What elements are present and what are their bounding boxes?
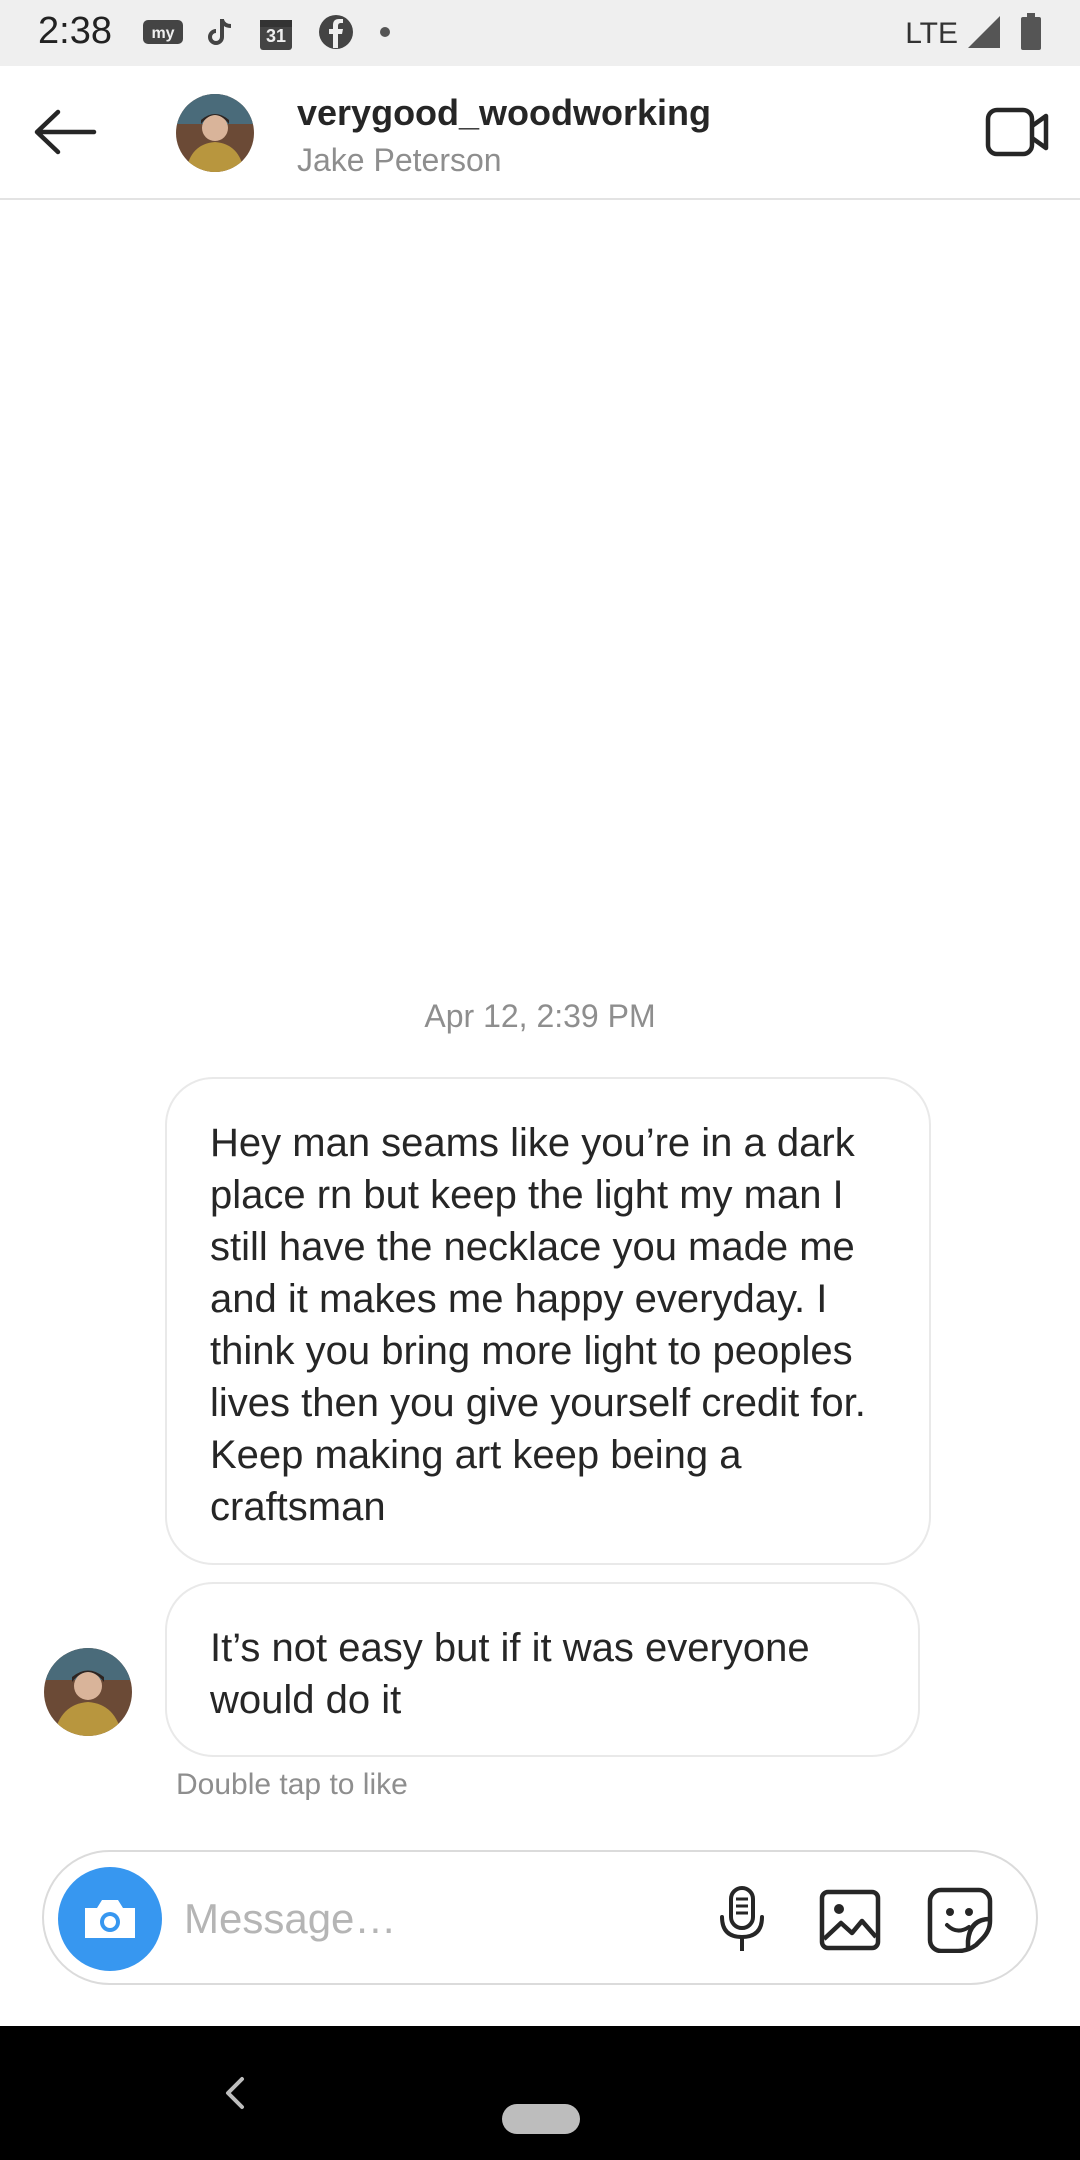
sticker-button[interactable] xyxy=(922,1882,998,1958)
message-input[interactable] xyxy=(184,1882,704,1956)
dot-icon xyxy=(378,25,392,44)
double-tap-hint: Double tap to like xyxy=(176,1768,408,1801)
message-text: Hey man seams like you’re in a dark plac… xyxy=(210,1121,866,1529)
message-timestamp: Apr 12, 2:39 PM xyxy=(424,998,656,1034)
avatar[interactable] xyxy=(176,94,254,172)
my-app-icon: my xyxy=(142,17,184,52)
network-type: LTE xyxy=(905,17,958,50)
full-name: Jake Peterson xyxy=(297,142,502,178)
voice-message-button[interactable] xyxy=(704,1882,780,1958)
video-call-icon xyxy=(985,107,1049,157)
facebook-icon xyxy=(318,14,354,55)
calendar-icon: 31 xyxy=(258,16,294,52)
message-bubble[interactable]: Hey man seams like you’re in a dark plac… xyxy=(165,1077,931,1565)
system-icons: LTE xyxy=(905,12,1042,56)
tiktok-icon xyxy=(208,17,234,52)
sender-avatar[interactable] xyxy=(44,1648,132,1736)
status-bar: 2:38 my 31 LTE xyxy=(0,0,1080,66)
svg-text:my: my xyxy=(151,25,174,42)
calendar-day: 31 xyxy=(265,26,287,46)
username[interactable]: verygood_woodworking xyxy=(297,92,711,134)
notification-icons: my 31 xyxy=(142,12,392,56)
video-call-button[interactable] xyxy=(982,102,1054,162)
message-text: It’s not easy but if it was everyone wou… xyxy=(210,1626,810,1722)
gallery-button[interactable] xyxy=(812,1882,888,1958)
system-nav-bar xyxy=(0,2026,1080,2160)
microphone-icon xyxy=(720,1886,764,1951)
battery-icon xyxy=(1020,12,1042,56)
sticker-icon xyxy=(927,1887,993,1953)
camera-icon xyxy=(85,1900,135,1938)
gallery-icon xyxy=(819,1889,881,1951)
message-composer xyxy=(42,1850,1038,1985)
back-arrow-icon xyxy=(34,109,97,155)
camera-button[interactable] xyxy=(58,1867,162,1971)
chat-header: verygood_woodworking Jake Peterson xyxy=(0,66,1080,200)
status-time: 2:38 xyxy=(38,10,112,52)
signal-icon xyxy=(966,14,1002,55)
message-bubble[interactable]: It’s not easy but if it was everyone wou… xyxy=(165,1582,920,1757)
back-button[interactable] xyxy=(30,102,100,162)
chevron-left-icon xyxy=(226,2077,244,2109)
nav-back-button[interactable] xyxy=(210,2068,260,2118)
nav-home-pill[interactable] xyxy=(502,2104,580,2134)
